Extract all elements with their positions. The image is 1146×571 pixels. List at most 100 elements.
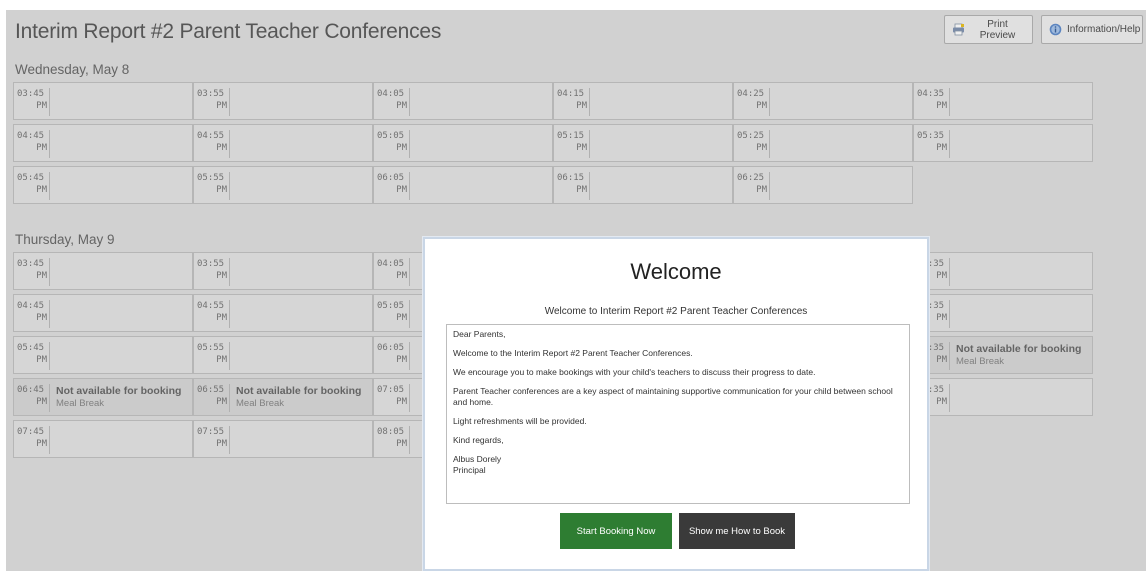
- time-slot[interactable]: 04:05 PM: [373, 82, 553, 120]
- time-slot[interactable]: 03:45 PM: [13, 82, 193, 120]
- welcome-message[interactable]: Dear Parents, Welcome to the Interim Rep…: [446, 324, 910, 504]
- slot-ampm: PM: [216, 185, 227, 195]
- time-slot[interactable]: 05:15 PM: [553, 124, 733, 162]
- slot-ampm: PM: [936, 143, 947, 153]
- slot-time: 04:35 PM: [915, 88, 950, 116]
- slot-time-value: 08:05: [377, 427, 405, 437]
- slot-time: 04:25 PM: [735, 88, 770, 116]
- slot-row: 04:45PM04:55PM05:05PM05:15PM05:25PM05:35…: [13, 124, 1093, 162]
- slot-ampm: PM: [216, 143, 227, 153]
- time-slot[interactable]: 05:35 PM: [913, 294, 1093, 332]
- slot-time: 04:45 PM: [15, 130, 50, 158]
- time-slot[interactable]: 04:35 PM: [913, 252, 1093, 290]
- slot-time-value: 05:45: [17, 173, 45, 183]
- slot-time: 04:15 PM: [555, 88, 590, 116]
- unavailable-reason: Meal Break: [956, 356, 1005, 367]
- slot-time: 05:15 PM: [555, 130, 590, 158]
- message-paragraph: We encourage you to make bookings with y…: [453, 367, 816, 377]
- slot-time: 06:25 PM: [735, 172, 770, 200]
- time-slot[interactable]: 04:25 PM: [733, 82, 913, 120]
- slot-time: 07:45 PM: [15, 426, 50, 454]
- time-slot[interactable]: 05:05 PM: [373, 124, 553, 162]
- slot-time-value: 05:25: [737, 131, 765, 141]
- time-slot[interactable]: 06:25 PM: [733, 166, 913, 204]
- slot-time: 03:55 PM: [195, 258, 230, 286]
- time-slot[interactable]: 04:55 PM: [193, 294, 373, 332]
- time-slot[interactable]: 07:35 PM: [913, 378, 1093, 416]
- slot-ampm: PM: [216, 271, 227, 281]
- slot-time-value: 04:25: [737, 89, 765, 99]
- slot-ampm: PM: [216, 397, 227, 407]
- slot-time: 05:25 PM: [735, 130, 770, 158]
- signer-title: Principal: [453, 465, 486, 475]
- print-preview-label: Print Preview: [979, 18, 1016, 41]
- print-preview-button[interactable]: Print Preview: [944, 15, 1033, 44]
- time-slot[interactable]: 06:05 PM: [373, 166, 553, 204]
- time-slot[interactable]: 03:45 PM: [13, 252, 193, 290]
- time-slot[interactable]: 07:45 PM: [13, 420, 193, 458]
- slot-time-value: 04:55: [197, 131, 225, 141]
- page-title: Interim Report #2 Parent Teacher Confere…: [15, 20, 442, 43]
- time-slot[interactable]: 05:45 PM: [13, 166, 193, 204]
- information-help-button[interactable]: Information/Help: [1041, 15, 1143, 44]
- time-slot[interactable]: 05:25 PM: [733, 124, 913, 162]
- slot-ampm: PM: [396, 271, 407, 281]
- signer-name: Albus Dorely: [453, 454, 502, 464]
- slot-ampm: PM: [396, 143, 407, 153]
- slot-time-value: 05:05: [377, 131, 405, 141]
- slot-time-value: 03:45: [17, 89, 45, 99]
- info-icon: [1049, 23, 1062, 36]
- time-slot[interactable]: 05:35 PM: [913, 124, 1093, 162]
- slot-time-value: 03:55: [197, 89, 225, 99]
- time-slot[interactable]: 06:15 PM: [553, 166, 733, 204]
- slot-time-value: 04:35: [917, 89, 945, 99]
- slot-time-value: 04:15: [557, 89, 585, 99]
- message-closing: Kind regards,: [453, 435, 504, 445]
- time-slot[interactable]: 04:35 PM: [913, 82, 1093, 120]
- slot-time-value: 06:15: [557, 173, 585, 183]
- unavailable-label: Not available for booking: [56, 385, 182, 397]
- slot-ampm: PM: [576, 185, 587, 195]
- slot-time-value: 04:45: [17, 131, 45, 141]
- slot-time: 03:55 PM: [195, 88, 230, 116]
- time-slot[interactable]: 04:55 PM: [193, 124, 373, 162]
- slot-ampm: PM: [36, 397, 47, 407]
- slot-time: 08:05 PM: [375, 426, 410, 454]
- slot-time: 05:05 PM: [375, 300, 410, 328]
- slot-time: 07:05 PM: [375, 384, 410, 412]
- modal-subtitle: Welcome to Interim Report #2 Parent Teac…: [544, 306, 808, 317]
- slot-time: 06:05 PM: [375, 342, 410, 370]
- slot-ampm: PM: [36, 143, 47, 153]
- time-slot[interactable]: 05:55 PM: [193, 166, 373, 204]
- unavailable-time-slot: 06:45 PM Not available for booking Meal Bre…: [13, 378, 193, 416]
- unavailable-reason: Meal Break: [236, 398, 285, 409]
- message-paragraph: Light refreshments will be provided.: [453, 416, 587, 426]
- time-slot[interactable]: 03:55 PM: [193, 82, 373, 120]
- time-slot[interactable]: 04:15 PM: [553, 82, 733, 120]
- unavailable-notice: Not available for booking Meal Break: [956, 343, 1081, 367]
- slot-ampm: PM: [216, 439, 227, 449]
- time-slot[interactable]: 03:55 PM: [193, 252, 373, 290]
- day-label: Thursday, May 9: [15, 232, 115, 247]
- slot-time-value: 03:55: [197, 259, 225, 269]
- slot-time-value: 07:45: [17, 427, 45, 437]
- slot-time-value: 06:05: [377, 173, 405, 183]
- show-how-to-book-button[interactable]: Show me How to Book: [679, 513, 795, 549]
- slot-ampm: PM: [756, 185, 767, 195]
- slot-time-value: 03:45: [17, 259, 45, 269]
- time-slot[interactable]: 04:45 PM: [13, 124, 193, 162]
- time-slot[interactable]: 04:45 PM: [13, 294, 193, 332]
- unavailable-time-slot: 06:35 PM Not available for booking Meal Bre…: [913, 336, 1093, 374]
- slot-ampm: PM: [576, 143, 587, 153]
- time-slot[interactable]: 05:55 PM: [193, 336, 373, 374]
- slot-time: 04:55 PM: [195, 130, 230, 158]
- time-slot[interactable]: 05:45 PM: [13, 336, 193, 374]
- slot-time: 03:45 PM: [15, 88, 50, 116]
- slot-ampm: PM: [36, 355, 47, 365]
- printer-icon: [952, 23, 965, 36]
- slot-time-value: 05:05: [377, 301, 405, 311]
- slot-time-value: 04:05: [377, 89, 405, 99]
- time-slot[interactable]: 07:55 PM: [193, 420, 373, 458]
- start-booking-button[interactable]: Start Booking Now: [560, 513, 672, 549]
- slot-time: 04:05 PM: [375, 258, 410, 286]
